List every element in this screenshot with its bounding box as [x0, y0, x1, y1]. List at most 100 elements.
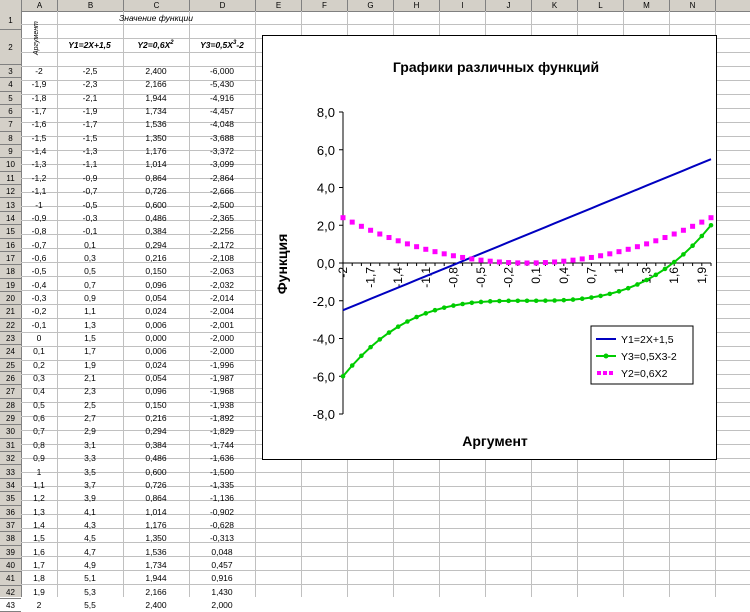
table-cell[interactable]: 1,944 [123, 93, 189, 103]
table-cell[interactable]: 0,9 [21, 453, 57, 463]
table-cell[interactable]: -2,3 [57, 79, 123, 89]
table-cell[interactable]: 0,9 [57, 293, 123, 303]
table-cell[interactable]: -2,000 [189, 346, 255, 356]
row-header[interactable]: 16 [0, 239, 21, 252]
table-cell[interactable]: 0,486 [123, 453, 189, 463]
table-cell[interactable]: 2,400 [123, 66, 189, 76]
table-cell[interactable]: 2,9 [57, 426, 123, 436]
table-cell[interactable]: 4,7 [57, 547, 123, 557]
table-cell[interactable]: 0,486 [123, 213, 189, 223]
table-cell[interactable]: -2,1 [57, 93, 123, 103]
table-cell[interactable]: -1,5 [57, 133, 123, 143]
table-cell[interactable]: -1,9 [57, 106, 123, 116]
column-header-d[interactable]: D [190, 0, 256, 11]
table-cell[interactable]: -1,968 [189, 386, 255, 396]
row-header[interactable]: 7 [0, 118, 21, 132]
table-cell[interactable]: 0,8 [21, 440, 57, 450]
table-cell[interactable]: -0,9 [57, 173, 123, 183]
row-header[interactable]: 6 [0, 105, 21, 119]
table-cell[interactable]: -1,3 [21, 159, 57, 169]
table-cell[interactable]: -1,744 [189, 440, 255, 450]
table-cell[interactable]: 0,294 [123, 240, 189, 250]
table-cell[interactable]: 1,3 [57, 320, 123, 330]
table-cell[interactable]: 1,1 [21, 480, 57, 490]
row-header[interactable]: 31 [0, 439, 21, 453]
table-cell[interactable]: 0,150 [123, 400, 189, 410]
table-cell[interactable]: -0,7 [21, 240, 57, 250]
table-cell[interactable]: -0,5 [21, 266, 57, 276]
table-cell[interactable]: 1,7 [57, 346, 123, 356]
table-cell[interactable]: -2,172 [189, 240, 255, 250]
table-cell[interactable]: 1,9 [21, 587, 57, 597]
table-cell[interactable]: -1,9 [21, 79, 57, 89]
table-cell[interactable]: 1,5 [21, 533, 57, 543]
row-header[interactable]: 18 [0, 265, 21, 279]
table-cell[interactable]: 1,6 [21, 547, 57, 557]
table-cell[interactable]: 0,4 [21, 386, 57, 396]
table-cell[interactable]: -2,365 [189, 213, 255, 223]
table-cell[interactable]: 5,5 [57, 600, 123, 610]
table-cell[interactable]: 2,166 [123, 587, 189, 597]
table-cell[interactable]: 2,166 [123, 79, 189, 89]
table-cell[interactable]: -1,7 [21, 106, 57, 116]
column-header-j[interactable]: J [486, 0, 532, 11]
table-cell[interactable]: 0,600 [123, 467, 189, 477]
row-header[interactable]: 9 [0, 145, 21, 159]
table-cell[interactable]: -1,2 [21, 173, 57, 183]
table-cell[interactable]: -1,996 [189, 360, 255, 370]
header-y3[interactable]: Y3=0,5X3-2 [189, 40, 255, 50]
table-cell[interactable]: -1,892 [189, 413, 255, 423]
table-cell[interactable]: 0,7 [21, 426, 57, 436]
row-header[interactable]: 20 [0, 292, 21, 306]
table-cell[interactable]: -4,916 [189, 93, 255, 103]
row-header[interactable]: 25 [0, 359, 21, 373]
table-cell[interactable]: 1,014 [123, 159, 189, 169]
table-cell[interactable]: -2 [21, 66, 57, 76]
table-cell[interactable]: 0,3 [57, 253, 123, 263]
row-header[interactable]: 37 [0, 519, 21, 533]
column-header-a[interactable]: A [22, 0, 58, 11]
row-header[interactable]: 41 [0, 572, 21, 586]
table-cell[interactable]: -2,5 [57, 66, 123, 76]
column-header-e[interactable]: E [256, 0, 302, 11]
table-cell[interactable]: 1,430 [189, 587, 255, 597]
table-cell[interactable]: -5,430 [189, 79, 255, 89]
chart-object[interactable]: Графики различных функций Аргумент Функц… [262, 35, 717, 460]
table-cell[interactable]: 1,5 [57, 333, 123, 343]
column-header-m[interactable]: M [624, 0, 670, 11]
row-header[interactable]: 39 [0, 546, 21, 559]
header-y1[interactable]: Y1=2X+1,5 [57, 40, 122, 50]
table-cell[interactable]: 0,096 [123, 386, 189, 396]
row-header[interactable]: 21 [0, 305, 21, 319]
row-header[interactable]: 33 [0, 466, 21, 479]
table-cell[interactable]: -0,1 [57, 226, 123, 236]
table-cell[interactable]: 0,864 [123, 493, 189, 503]
table-cell[interactable]: 2,5 [57, 400, 123, 410]
table-cell[interactable]: 1,536 [123, 119, 189, 129]
column-header-f[interactable]: F [302, 0, 348, 11]
table-cell[interactable]: 4,1 [57, 507, 123, 517]
table-cell[interactable]: -0,6 [21, 253, 57, 263]
table-cell[interactable]: -1,500 [189, 467, 255, 477]
table-cell[interactable]: -2,500 [189, 200, 255, 210]
table-cell[interactable]: 2,000 [189, 600, 255, 610]
table-cell[interactable]: 4,5 [57, 533, 123, 543]
table-cell[interactable]: -3,372 [189, 146, 255, 156]
row-header[interactable]: 29 [0, 412, 21, 426]
table-cell[interactable]: 1,3 [21, 507, 57, 517]
table-cell[interactable]: -2,000 [189, 333, 255, 343]
row-header[interactable]: 11 [0, 172, 21, 186]
column-header-k[interactable]: K [532, 0, 578, 11]
table-cell[interactable]: 3,5 [57, 467, 123, 477]
table-cell[interactable]: 1,944 [123, 573, 189, 583]
table-cell[interactable]: 1,4 [21, 520, 57, 530]
row-header[interactable]: 28 [0, 399, 21, 413]
row-header[interactable]: 10 [0, 158, 21, 172]
table-cell[interactable]: -1,938 [189, 400, 255, 410]
table-cell[interactable]: -1,136 [189, 493, 255, 503]
row-header[interactable]: 13 [0, 199, 21, 212]
table-cell[interactable]: 4,3 [57, 520, 123, 530]
table-cell[interactable]: -0,5 [57, 200, 123, 210]
row-header[interactable]: 12 [0, 185, 21, 199]
table-cell[interactable]: -1,4 [21, 146, 57, 156]
